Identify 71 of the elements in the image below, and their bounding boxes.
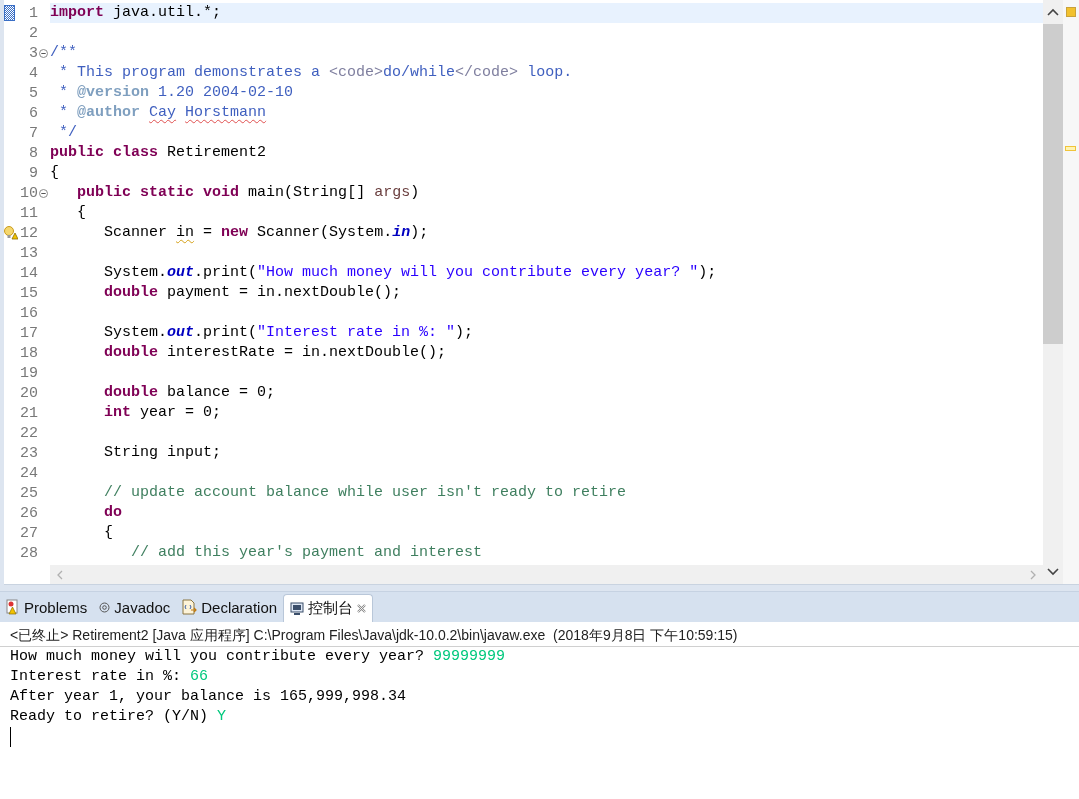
code-line: // update account balance while user isn't ready to retire — [104, 484, 627, 501]
code-line: * @version 1.20 2004-02-10 — [59, 84, 294, 101]
code-line: System.out.print("How much money will you contribute every year? "); — [104, 264, 717, 281]
collapse-icon[interactable] — [39, 48, 48, 58]
close-icon[interactable] — [357, 604, 367, 613]
document-icon — [182, 599, 198, 615]
line-number: 14 — [19, 264, 38, 282]
code-line: { — [104, 524, 114, 541]
code-line: double payment = in.nextDouble(); — [104, 284, 402, 301]
code-line: // add this year's payment and interest — [131, 544, 483, 561]
code-line: Scanner in = new Scanner(System.in); — [104, 224, 429, 241]
line-number: 22 — [19, 424, 38, 442]
view-tab[interactable]: 控制台 — [283, 594, 374, 622]
line-number: 5 — [28, 84, 38, 102]
line-number: 15 — [19, 284, 38, 302]
console-line: How much money will you contribute every year? 99999999 — [10, 647, 506, 667]
view-tab[interactable]: Javadoc — [93, 592, 177, 622]
code-line: public class Retirement2 — [50, 144, 267, 161]
code-line: { — [50, 164, 59, 181]
line-number: 19 — [19, 364, 38, 382]
console-line: Interest rate in %: 66 — [10, 667, 209, 687]
line-number: 26 — [19, 504, 38, 522]
code-line: */ — [59, 124, 78, 141]
console-line: Ready to retire? (Y/N) Y — [10, 707, 227, 727]
code-line: System.out.print("Interest rate in %: "); — [104, 324, 474, 341]
line-number: 23 — [19, 444, 38, 462]
console-header: <已终止> Retirement2 [Java 应用程序] C:\Program Files\Java\jdk-10.0.2\bin\javaw.exe (2018年9月8日 下午10:59:15) — [0, 622, 1079, 647]
code-line: * @author Cay Horstmann — [59, 104, 267, 121]
line-number: 3 — [28, 44, 38, 62]
line-number: 13 — [19, 244, 38, 262]
view-tab[interactable]: Problems — [0, 592, 94, 622]
line-number: 16 — [19, 304, 38, 322]
view-tab[interactable]: Declaration — [176, 592, 284, 622]
horizontal-scrollbar[interactable] — [50, 565, 1043, 584]
line-number: 20 — [19, 384, 38, 402]
line-number: 25 — [19, 484, 38, 502]
code-line: * This program demonstrates a <code>do/while</code> loop. — [59, 64, 573, 81]
text-cursor — [10, 727, 11, 747]
line-number: 24 — [19, 464, 38, 482]
code-line: double balance = 0; — [104, 384, 276, 401]
code-line: { — [77, 204, 87, 221]
code-line: import java.util.*; — [50, 4, 222, 21]
collapse-icon[interactable] — [39, 188, 48, 198]
line-number: 11 — [19, 204, 38, 222]
code-line: String input; — [104, 444, 222, 461]
code-line: int year = 0; — [104, 404, 222, 421]
line-number: 9 — [28, 164, 38, 182]
line-number: 2 — [28, 24, 38, 42]
line-number: 21 — [19, 404, 38, 422]
line-number: 27 — [19, 524, 38, 542]
console-line: After year 1, your balance is 165,999,998.34 — [10, 687, 407, 707]
line-number: 4 — [28, 64, 38, 82]
scrollbar-thumb[interactable] — [1043, 24, 1063, 344]
line-number: 17 — [19, 324, 38, 342]
line-number: 1 — [28, 4, 38, 22]
problems-icon — [6, 599, 20, 615]
line-number: 18 — [19, 344, 38, 362]
code-line: /** — [50, 44, 77, 61]
line-number: 8 — [28, 144, 38, 162]
line-number: 28 — [19, 544, 38, 562]
line-number: 6 — [28, 104, 38, 122]
line-number: 12 — [19, 224, 38, 242]
vertical-scrollbar[interactable] — [1043, 0, 1063, 584]
code-line: do — [104, 504, 123, 521]
line-number: 10 — [19, 184, 38, 202]
warning-marker[interactable] — [1065, 146, 1076, 151]
code-line: public static void main(String[] args) — [77, 184, 420, 201]
monitor-icon — [290, 601, 305, 616]
code-line: double interestRate = in.nextDouble(); — [104, 344, 447, 361]
line-number: 7 — [28, 124, 38, 142]
warning-summary-marker[interactable] — [1066, 7, 1076, 17]
